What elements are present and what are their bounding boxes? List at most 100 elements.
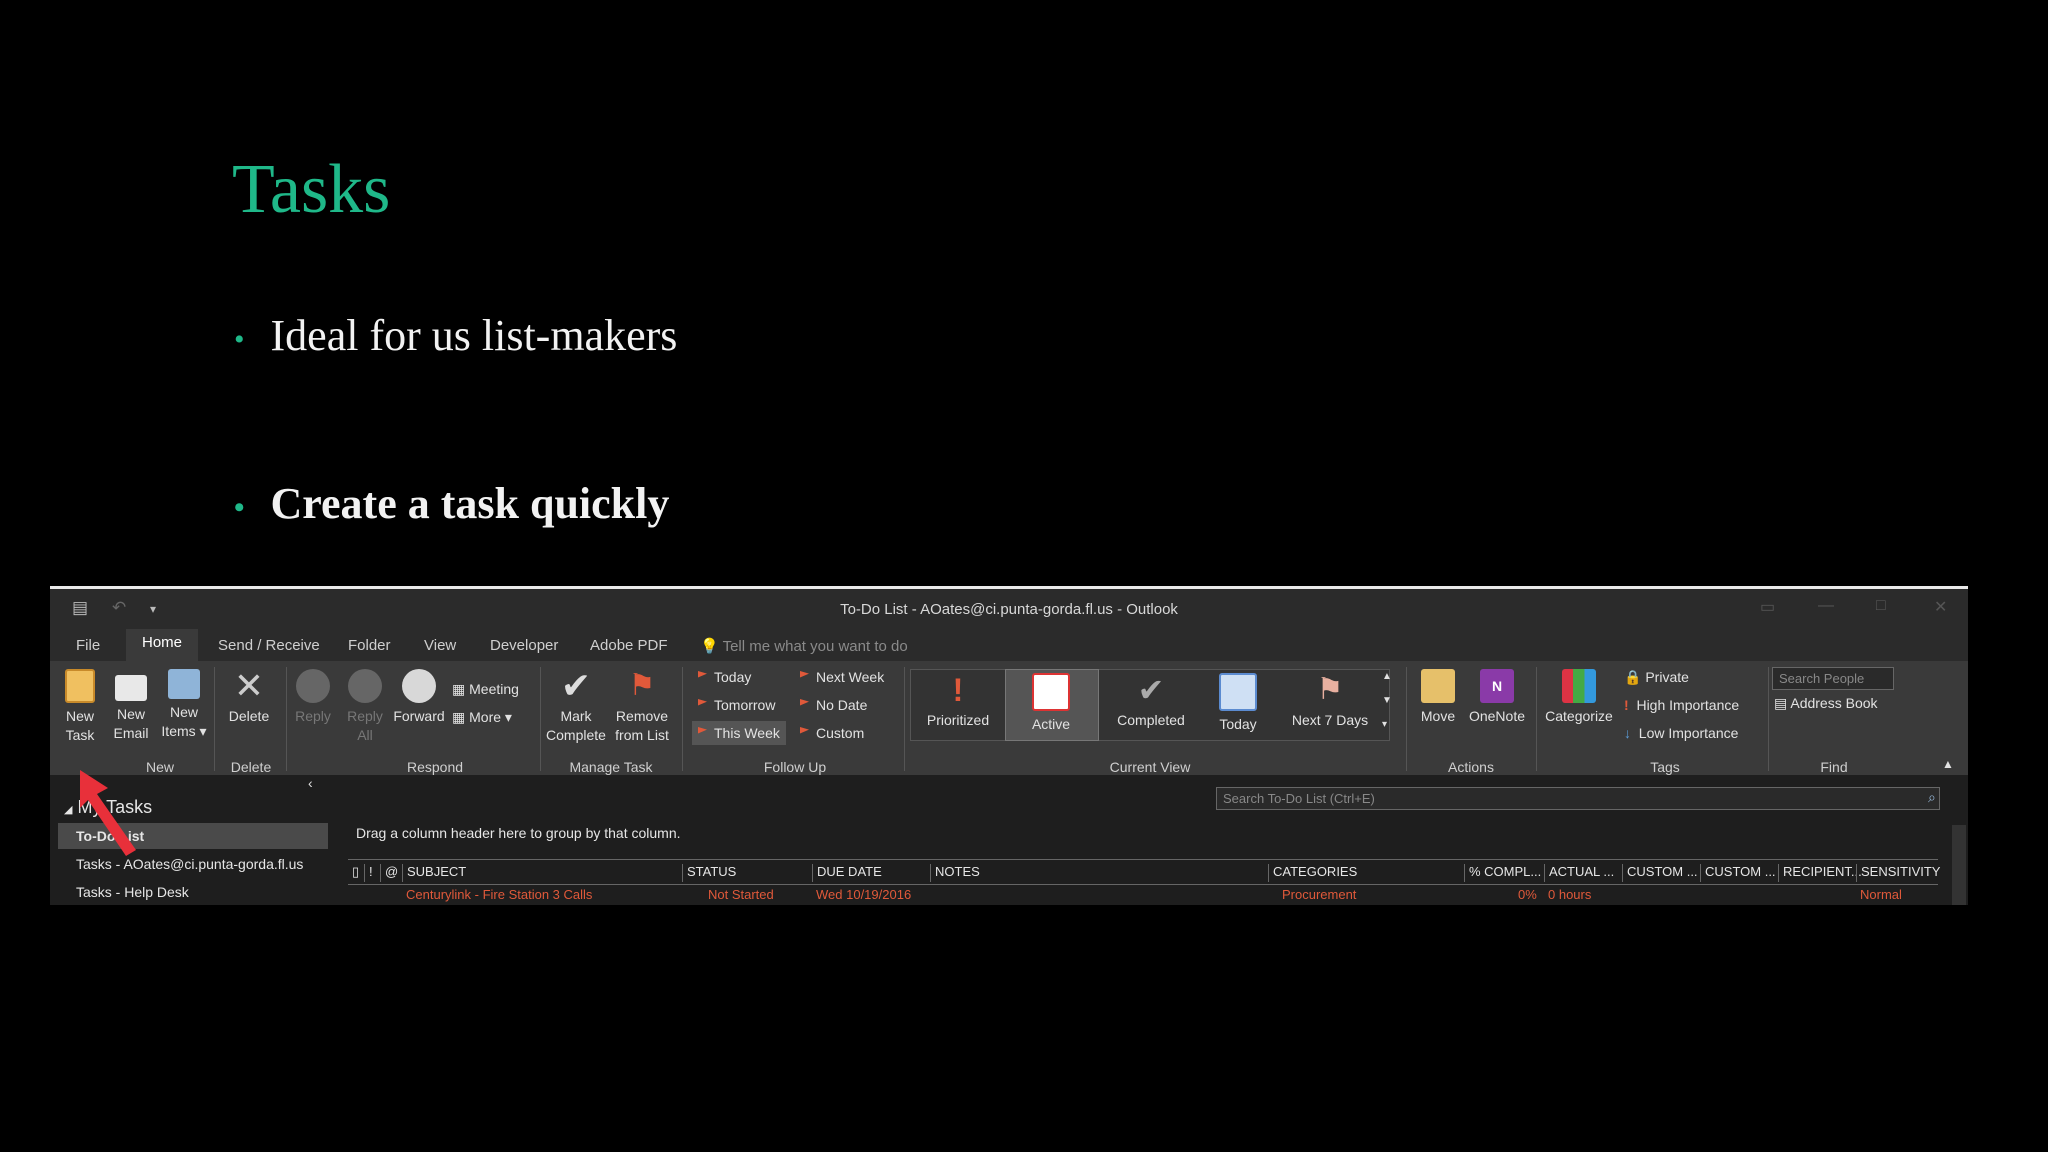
col-custom-1[interactable]: CUSTOM ... — [1622, 864, 1698, 882]
view-prioritized[interactable]: ! Prioritized — [916, 673, 1000, 730]
categorize-button[interactable]: Categorize — [1540, 669, 1618, 726]
col-importance[interactable]: ! — [364, 864, 373, 882]
calendar-icon — [1219, 673, 1257, 711]
outlook-screenshot: ▤ ↶ ▾ To-Do List - AOates@ci.punta-gorda… — [50, 586, 1968, 905]
flag-icon — [698, 699, 707, 706]
gallery-scroll-up-icon[interactable]: ▲ — [1382, 671, 1392, 682]
forward-icon — [402, 669, 436, 703]
maximize-icon[interactable]: □ — [1876, 597, 1886, 615]
col-categories[interactable]: CATEGORIES — [1268, 864, 1357, 882]
table-row[interactable]: Centurylink - Fire Station 3 Calls Not S… — [348, 885, 1938, 905]
label: Complete — [546, 727, 606, 743]
tab-home[interactable]: Home — [126, 629, 199, 661]
vertical-scrollbar[interactable] — [1952, 825, 1966, 905]
high-importance-button[interactable]: ! High Importance — [1624, 697, 1739, 713]
divider — [540, 667, 541, 771]
bullet-2: • Create a task quickly — [234, 478, 669, 529]
view-today[interactable]: Today — [1198, 673, 1278, 734]
more-button[interactable]: ▦ More ▾ — [452, 709, 512, 726]
col-actual[interactable]: ACTUAL ... — [1544, 864, 1614, 882]
low-importance-button[interactable]: ↓ Low Importance — [1624, 725, 1738, 741]
label: Custom — [816, 725, 865, 741]
gallery-scroll-down-icon[interactable]: ▼ — [1382, 695, 1392, 706]
label: New — [169, 704, 198, 720]
col-status[interactable]: STATUS — [682, 864, 736, 882]
address-book-button[interactable]: ▤ Address Book — [1774, 695, 1878, 712]
label: Tomorrow — [714, 697, 776, 713]
group-find-label: Find — [1820, 759, 1848, 775]
label: Meeting — [469, 681, 519, 697]
meeting-button[interactable]: ▦ Meeting — [452, 681, 519, 698]
search-todo-input[interactable]: Search To-Do List (Ctrl+E) — [1216, 787, 1940, 810]
reply-button[interactable]: Reply — [288, 669, 338, 726]
nav-item-tasks-help-desk[interactable]: Tasks - Help Desk — [58, 879, 328, 905]
view-active[interactable]: Active — [1008, 673, 1094, 734]
label: from List — [615, 727, 669, 743]
label: Categorize — [1545, 708, 1613, 724]
group-delete-label: Delete — [230, 759, 272, 775]
minimize-icon[interactable]: — — [1818, 597, 1834, 615]
tab-adobe-pdf[interactable]: Adobe PDF — [590, 635, 668, 656]
divider — [1768, 667, 1769, 771]
cell-due: Wed 10/19/2016 — [816, 887, 912, 902]
meeting-icon: ▦ — [452, 681, 466, 697]
remove-from-list-button[interactable]: ⚑ Remove from List — [610, 669, 674, 745]
label: Items ▾ — [161, 723, 207, 739]
col-percent-complete[interactable]: % COMPL... — [1464, 864, 1541, 882]
followup-next-week[interactable]: Next Week — [800, 669, 884, 685]
ribbon: New Task New Email New Items ▾ New ✕ Delete… — [50, 661, 1968, 775]
followup-custom[interactable]: Custom — [800, 725, 864, 741]
onenote-button[interactable]: N OneNote — [1464, 669, 1530, 726]
gallery-expand-icon[interactable]: ▾ — [1382, 719, 1387, 730]
col-recipient[interactable]: RECIPIENT... — [1778, 864, 1862, 882]
col-subject[interactable]: SUBJECT — [402, 864, 466, 882]
title-bar: ▤ ↶ ▾ To-Do List - AOates@ci.punta-gorda… — [50, 589, 1968, 629]
delete-button[interactable]: ✕ Delete — [222, 668, 276, 726]
col-due-date[interactable]: DUE DATE — [812, 864, 882, 882]
close-icon[interactable]: ✕ — [1934, 597, 1947, 617]
col-custom-2[interactable]: CUSTOM ... — [1700, 864, 1776, 882]
col-notes[interactable]: NOTES — [930, 864, 980, 882]
followup-today[interactable]: Today — [698, 669, 751, 685]
view-completed[interactable]: ✔ Completed — [1106, 673, 1196, 730]
move-button[interactable]: Move — [1412, 669, 1464, 726]
label: No Date — [816, 697, 868, 713]
followup-this-week[interactable]: This Week — [692, 721, 786, 745]
collapse-pane-icon[interactable]: ‹ — [308, 775, 313, 791]
cell-subject: Centurylink - Fire Station 3 Calls — [406, 887, 593, 902]
reply-all-button[interactable]: Reply All — [340, 669, 390, 745]
view-next-7-days[interactable]: ⚑ Next 7 Days — [1282, 673, 1378, 730]
private-button[interactable]: 🔒 Private — [1624, 669, 1689, 686]
label: Tasks - Help Desk — [76, 884, 189, 900]
tab-send-receive[interactable]: Send / Receive — [218, 635, 320, 656]
reply-icon — [296, 669, 330, 703]
followup-no-date[interactable]: No Date — [800, 697, 867, 713]
tab-file[interactable]: File — [76, 635, 100, 656]
mark-complete-button[interactable]: ✔ Mark Complete — [544, 668, 608, 745]
tell-me-box[interactable]: 💡 Tell me what you want to do — [700, 637, 908, 655]
tab-folder[interactable]: Folder — [348, 635, 391, 656]
ribbon-tabs: File Home Send / Receive Folder View Dev… — [50, 629, 1968, 661]
search-icon[interactable]: ⌕ — [1928, 789, 1936, 806]
col-attachment[interactable]: @ — [380, 864, 398, 882]
label: New — [65, 708, 94, 724]
ribbon-display-icon[interactable]: ▭ — [1760, 597, 1775, 617]
tab-developer[interactable]: Developer — [490, 635, 558, 656]
search-people-input[interactable]: Search People — [1772, 667, 1894, 690]
divider — [1406, 667, 1407, 771]
new-task-button[interactable]: New Task — [58, 669, 102, 745]
flag-icon: ⚑ — [1316, 673, 1344, 706]
col-sensitivity[interactable]: SENSITIVITY — [1856, 864, 1940, 882]
exclamation-icon: ! — [952, 672, 964, 708]
label: Address Book — [1790, 695, 1878, 711]
new-items-button[interactable]: New Items ▾ — [158, 669, 210, 741]
col-icon-task[interactable]: ▯ — [348, 864, 359, 882]
forward-button[interactable]: Forward — [390, 669, 448, 726]
collapse-ribbon-icon[interactable]: ▲ — [1942, 757, 1954, 771]
followup-tomorrow[interactable]: Tomorrow — [698, 697, 775, 713]
label: Low Importance — [1638, 725, 1739, 741]
new-email-button[interactable]: New Email — [108, 669, 154, 743]
divider — [1536, 667, 1537, 771]
address-book-icon: ▤ — [1774, 695, 1788, 711]
tab-view[interactable]: View — [424, 635, 456, 656]
